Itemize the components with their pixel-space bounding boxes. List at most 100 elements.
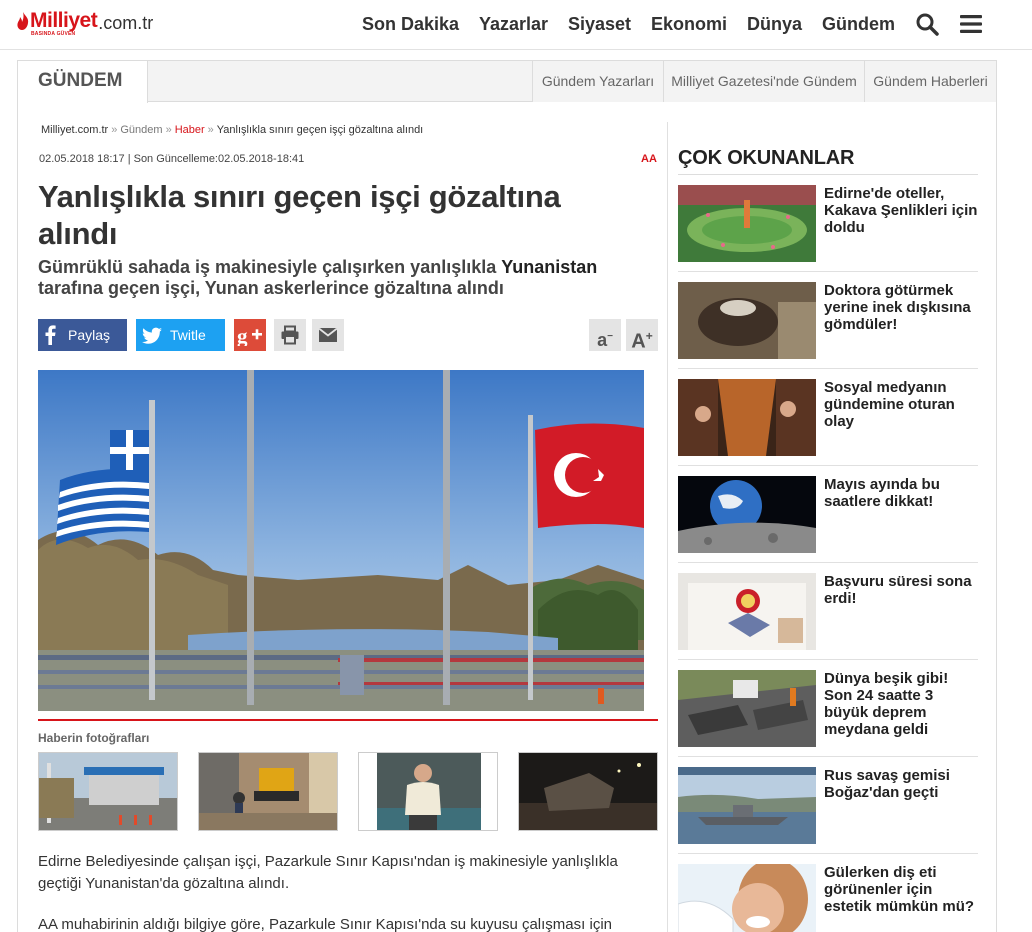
source-agency: AA: [641, 153, 657, 165]
most-read-headline[interactable]: Rus savaş gemisi Boğaz'dan geçti: [824, 767, 980, 801]
dung-pit-image: [678, 282, 816, 359]
envelope-icon: [318, 327, 338, 342]
photos-title: Haberin fotoğrafları: [38, 731, 150, 745]
photo-thumbnail[interactable]: [358, 752, 498, 831]
nav-ekonomi[interactable]: Ekonomi: [651, 12, 727, 36]
nav-siyaset[interactable]: Siyaset: [568, 12, 631, 36]
google-plus-share-button[interactable]: g: [234, 319, 266, 351]
most-read-headline[interactable]: Sosyal medyanın gündemine oturan olay: [824, 379, 980, 430]
most-read-thumbnail[interactable]: [678, 767, 816, 844]
border-flags-illustration: [38, 370, 644, 711]
most-read-thumbnail[interactable]: [678, 185, 816, 262]
facebook-share-label: Paylaş: [68, 327, 111, 343]
font-increase-button[interactable]: A+: [626, 319, 658, 353]
turkish-flag: [535, 423, 644, 528]
link-milliyet-gazetesinde-gundem[interactable]: Milliyet Gazetesi'nde Gündem: [663, 61, 864, 102]
most-read-title: ÇOK OKUNANLAR: [678, 147, 855, 169]
excavator-workers-thumbnail-image: [199, 753, 337, 830]
article-spot: Gümrüklü sahada iş makinesiyle çalışırke…: [38, 257, 638, 299]
top-navigation-bar: Milliyet .com.tr BASINDA GÜVEN Son Dakik…: [0, 0, 1032, 50]
logo-domain: .com.tr: [98, 13, 154, 33]
photo-thumbnail[interactable]: [38, 752, 178, 831]
most-read-item[interactable]: Başvuru süresi sona erdi!: [678, 563, 978, 660]
most-read-headline[interactable]: Gülerken diş eti görünenler için estetik…: [824, 864, 980, 915]
milliyet-logo[interactable]: Milliyet .com.tr BASINDA GÜVEN: [16, 9, 154, 37]
border-gate-thumbnail-image: [39, 753, 177, 830]
ballot-box-image: [678, 573, 816, 650]
spot-link-yunanistan[interactable]: Yunanistan: [501, 257, 597, 277]
printer-icon: [281, 325, 299, 345]
logo-wordmark: Milliyet: [30, 9, 98, 32]
font-decrease-label: a: [597, 330, 608, 350]
night-excavator-thumbnail-image: [519, 753, 657, 830]
article-main-image[interactable]: [38, 370, 644, 711]
breadcrumb-gundem[interactable]: Gündem: [120, 124, 162, 136]
most-read-headline[interactable]: Mayıs ayında bu saatlere dikkat!: [824, 476, 980, 510]
most-read-headline[interactable]: Dünya beşik gibi! Son 24 saatte 3 büyük …: [824, 670, 980, 738]
photo-thumbnail[interactable]: [518, 752, 658, 831]
google-plus-icon: g: [237, 324, 262, 346]
most-read-thumbnail[interactable]: [678, 282, 816, 359]
most-read-thumbnail[interactable]: [678, 476, 816, 553]
most-read-item[interactable]: Rus savaş gemisi Boğaz'dan geçti: [678, 757, 978, 854]
most-read-headline[interactable]: Doktora götürmek yerine inek dışkısına g…: [824, 282, 980, 333]
link-gundem-yazarlari[interactable]: Gündem Yazarları: [532, 61, 663, 102]
column-divider: [667, 122, 668, 932]
flame-logo-icon: [17, 12, 29, 30]
nav-son-dakika[interactable]: Son Dakika: [362, 12, 459, 36]
breadcrumb-separator: »: [165, 124, 172, 136]
photos-divider: [38, 719, 658, 721]
most-read-item[interactable]: Doktora götürmek yerine inek dışkısına g…: [678, 272, 978, 369]
section-header: GÜNDEM Gündem Yazarları Milliyet Gazetes…: [18, 61, 996, 103]
logo-tagline: BASINDA GÜVEN: [31, 31, 76, 37]
section-title: GÜNDEM: [38, 70, 123, 91]
most-read-item[interactable]: Sosyal medyanın gündemine oturan olay: [678, 369, 978, 466]
twitter-share-label: Twitle: [170, 327, 206, 343]
breadcrumb-haber[interactable]: Haber: [175, 124, 205, 136]
dental-smile-image: [678, 864, 816, 932]
svg-text:g: g: [237, 324, 248, 346]
breadcrumb-separator: »: [207, 124, 214, 136]
link-gundem-haberleri[interactable]: Gündem Haberleri: [864, 61, 996, 102]
article-paragraph: AA muhabirinin aldığı bilgiye göre, Paza…: [38, 916, 612, 932]
hamburger-menu-icon[interactable]: [959, 12, 983, 36]
section-title-tab[interactable]: GÜNDEM: [18, 61, 148, 103]
article-title: Yanlışlıkla sınırı geçen işçi gözaltına …: [38, 179, 561, 251]
print-button[interactable]: [274, 319, 306, 351]
breadcrumb: Milliyet.com.tr» Gündem» Haber» Yanlışlıkla…: [41, 124, 423, 136]
breadcrumb-separator: »: [111, 124, 118, 136]
email-button[interactable]: [312, 319, 344, 351]
most-read-item[interactable]: Mayıs ayında bu saatlere dikkat!: [678, 466, 978, 563]
plus-sign-icon: +: [645, 329, 653, 343]
font-decrease-button[interactable]: a−: [589, 319, 621, 351]
spot-text-end: tarafına geçen işçi, Yunan askerlerince …: [38, 278, 504, 298]
festival-crowd-image: [678, 185, 816, 262]
subway-car-image: [678, 379, 816, 456]
nav-dunya[interactable]: Dünya: [747, 12, 802, 36]
most-read-headline[interactable]: Başvuru süresi sona erdi!: [824, 573, 980, 607]
article-dates: 02.05.2018 18:17 | Son Güncelleme:02.05.…: [39, 153, 305, 165]
most-read-headline[interactable]: Edirne'de oteller, Kakava Şenlikleri içi…: [824, 185, 980, 236]
most-read-item[interactable]: Dünya beşik gibi! Son 24 saatte 3 büyük …: [678, 660, 978, 757]
facebook-share-button[interactable]: Paylaş: [38, 319, 127, 351]
warship-bosphorus-image: [678, 767, 816, 844]
most-read-thumbnail[interactable]: [678, 573, 816, 650]
most-read-thumbnail[interactable]: [678, 670, 816, 747]
nav-gundem[interactable]: Gündem: [822, 12, 895, 36]
article-paragraph: Edirne Belediyesinde çalışan işçi, Pazar…: [38, 853, 618, 892]
most-read-item[interactable]: Gülerken diş eti görünenler için estetik…: [678, 854, 978, 932]
font-increase-label: A: [631, 330, 646, 353]
twitter-share-button[interactable]: Twitle: [136, 319, 225, 351]
earth-from-moon-image: [678, 476, 816, 553]
worker-portrait-thumbnail-image: [359, 753, 497, 830]
minus-sign-icon: −: [607, 331, 613, 342]
photo-thumbnail[interactable]: [198, 752, 338, 831]
most-read-thumbnail[interactable]: [678, 379, 816, 456]
most-read-item[interactable]: Edirne'de oteller, Kakava Şenlikleri içi…: [678, 175, 978, 272]
facebook-icon: [45, 325, 56, 345]
most-read-thumbnail[interactable]: [678, 864, 816, 932]
breadcrumb-home[interactable]: Milliyet.com.tr: [41, 124, 108, 136]
search-icon[interactable]: [915, 12, 939, 36]
twitter-icon: [141, 327, 162, 344]
nav-yazarlar[interactable]: Yazarlar: [479, 12, 548, 36]
